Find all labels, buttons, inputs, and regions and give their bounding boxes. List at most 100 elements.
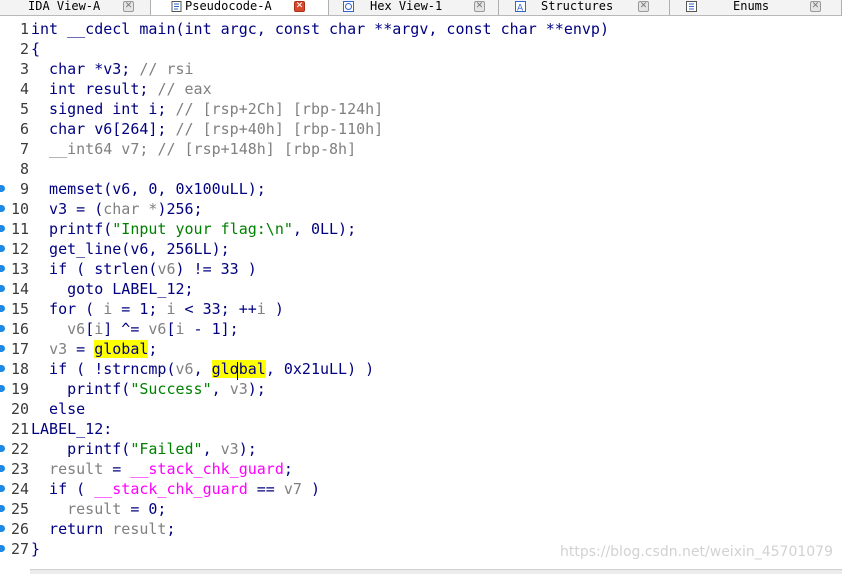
code-line[interactable]: 7 __int64 v7; // [rsp+148h] [rbp-8h] (0, 139, 842, 159)
code-line[interactable]: 18 if ( !strncmp(v6, global, 0x21uLL) ) (0, 359, 842, 379)
breakpoint-marker-icon[interactable] (0, 485, 5, 492)
line-number: 19 (10, 380, 29, 398)
code-line[interactable]: 8 (0, 159, 842, 179)
code-token: , 0LL); (292, 220, 357, 238)
breakpoint-marker-icon[interactable] (0, 265, 5, 272)
code-token: if ( (31, 480, 95, 498)
code-line[interactable]: 14 goto LABEL_12; (0, 279, 842, 299)
breakpoint-marker-icon[interactable] (0, 465, 5, 472)
code-line[interactable]: 16 v6[i] ^= v6[i - 1]; (0, 319, 842, 339)
code-line[interactable]: 6 char v6[264]; // [rsp+40h] [rbp-110h] (0, 119, 842, 139)
tab-ida-view[interactable]: IDA View-A ✕ (0, 0, 151, 15)
code-line[interactable]: 21 LABEL_12: (0, 419, 842, 439)
code-text[interactable]: printf("Success", v3); (31, 379, 266, 399)
code-text[interactable]: v3 = (char *)256; (31, 199, 203, 219)
line-number: 2 (19, 40, 29, 58)
breakpoint-marker-icon[interactable] (0, 445, 5, 452)
code-text[interactable]: if ( strlen(v6) != 33 ) (31, 259, 257, 279)
breakpoint-marker-icon[interactable] (0, 325, 5, 332)
code-text[interactable]: if ( !strncmp(v6, global, 0x21uLL) ) (31, 359, 374, 379)
code-text[interactable]: LABEL_12: (31, 419, 112, 439)
tab-hex-view[interactable]: Hex View-1 ✕ (329, 0, 499, 15)
code-text[interactable]: return result; (31, 519, 175, 539)
tab-structures[interactable]: A Structures ✕ (499, 0, 670, 15)
code-line[interactable]: 10 v3 = (char *)256; (0, 199, 842, 219)
line-number: 16 (10, 320, 29, 338)
code-line[interactable]: 2{ (0, 39, 842, 59)
code-line[interactable]: 5 signed int i; // [rsp+2Ch] [rbp-124h] (0, 99, 842, 119)
code-text[interactable]: memset(v6, 0, 0x100uLL); (31, 179, 266, 199)
code-text[interactable]: v6[i] ^= v6[i - 1]; (31, 319, 239, 339)
code-text[interactable]: char *v3; // rsi (31, 59, 194, 79)
tab-pseudocode[interactable]: Pseudocode-A ✕ (151, 0, 329, 15)
code-line[interactable]: 13 if ( strlen(v6) != 33 ) (0, 259, 842, 279)
code-token: i (256, 300, 266, 318)
breakpoint-marker-icon[interactable] (0, 365, 5, 372)
code-line[interactable]: 25 result = 0; (0, 499, 842, 519)
code-text[interactable]: get_line(v6, 256LL); (31, 239, 230, 259)
code-token: goto LABEL_12; (31, 280, 194, 298)
breakpoint-marker-icon[interactable] (0, 205, 5, 212)
line-number: 26 (10, 520, 29, 538)
breakpoint-marker-icon[interactable] (0, 545, 5, 552)
close-icon[interactable]: ✕ (638, 1, 649, 12)
breakpoint-marker-icon[interactable] (0, 225, 5, 232)
code-token: char v6[264]; (31, 120, 176, 138)
tab-enums[interactable]: Enums ✕ (670, 0, 842, 15)
line-number: 27 (10, 540, 29, 558)
close-icon[interactable]: ✕ (474, 1, 485, 12)
code-text[interactable]: } (31, 539, 40, 559)
code-token: result (49, 460, 104, 478)
horizontal-scrollbar[interactable] (30, 569, 842, 574)
breakpoint-marker-icon[interactable] (0, 245, 5, 252)
code-line[interactable]: 9 memset(v6, 0, 0x100uLL); (0, 179, 842, 199)
code-line[interactable]: 11 printf("Input your flag:\n", 0LL); (0, 219, 842, 239)
code-line[interactable]: 24 if ( __stack_chk_guard == v7 ) (0, 479, 842, 499)
code-text[interactable]: signed int i; // [rsp+2Ch] [rbp-124h] (31, 99, 383, 119)
code-line[interactable]: 12 get_line(v6, 256LL); (0, 239, 842, 259)
breakpoint-marker-icon[interactable] (0, 285, 5, 292)
tab-bar: IDA View-A ✕ Pseudocode-A ✕ Hex View-1 ✕… (0, 0, 842, 16)
breakpoint-marker-icon[interactable] (0, 185, 5, 192)
code-token: ; (283, 460, 293, 478)
code-text[interactable]: char v6[264]; // [rsp+40h] [rbp-110h] (31, 119, 383, 139)
close-icon[interactable]: ✕ (810, 1, 821, 12)
code-token: v6 (67, 320, 86, 338)
code-line[interactable]: 26 return result; (0, 519, 842, 539)
code-text[interactable]: __int64 v7; // [rsp+148h] [rbp-8h] (31, 139, 356, 159)
breakpoint-marker-icon[interactable] (0, 525, 5, 532)
breakpoint-marker-icon[interactable] (0, 505, 5, 512)
code-text[interactable]: result = __stack_chk_guard; (31, 459, 293, 479)
code-line[interactable]: 1 int __cdecl main(int argc, const char *… (0, 19, 842, 39)
code-line[interactable]: 3 char *v3; // rsi (0, 59, 842, 79)
code-line[interactable]: 20 else (0, 399, 842, 419)
code-token: LABEL_12: (31, 420, 113, 438)
code-text[interactable]: result = 0; (31, 499, 166, 519)
code-line[interactable]: 15 for ( i = 1; i < 33; ++i ) (0, 299, 842, 319)
breakpoint-marker-icon[interactable] (0, 385, 5, 392)
code-line[interactable]: 22 printf("Failed", v3); (0, 439, 842, 459)
breakpoint-marker-icon[interactable] (0, 345, 5, 352)
code-text[interactable]: goto LABEL_12; (31, 279, 194, 299)
close-icon[interactable]: ✕ (123, 1, 134, 12)
code-token: char * (103, 200, 158, 218)
code-text[interactable]: v3 = global; (31, 339, 157, 359)
watermark: https://blog.csdn.net/weixin_45701079 (559, 544, 833, 560)
code-token: result (67, 500, 122, 518)
code-text[interactable]: int result; // eax (31, 79, 212, 99)
code-text[interactable]: printf("Failed", v3); (31, 439, 257, 459)
breakpoint-marker-icon[interactable] (0, 305, 5, 312)
code-text[interactable]: else (31, 399, 85, 419)
code-line[interactable]: 17 v3 = global; (0, 339, 842, 359)
close-icon[interactable]: ✕ (294, 1, 305, 12)
line-number: 24 (10, 480, 29, 498)
code-text[interactable]: for ( i = 1; i < 33; ++i ) (31, 299, 284, 319)
code-text[interactable]: printf("Input your flag:\n", 0LL); (31, 219, 356, 239)
code-text[interactable]: { (31, 39, 40, 59)
code-text[interactable]: if ( __stack_chk_guard == v7 ) (31, 479, 320, 499)
code-text[interactable]: int __cdecl main(int argc, const char **… (31, 19, 609, 39)
code-line[interactable]: 4 int result; // eax (0, 79, 842, 99)
code-line[interactable]: 19 printf("Success", v3); (0, 379, 842, 399)
code-line[interactable]: 23 result = __stack_chk_guard; (0, 459, 842, 479)
